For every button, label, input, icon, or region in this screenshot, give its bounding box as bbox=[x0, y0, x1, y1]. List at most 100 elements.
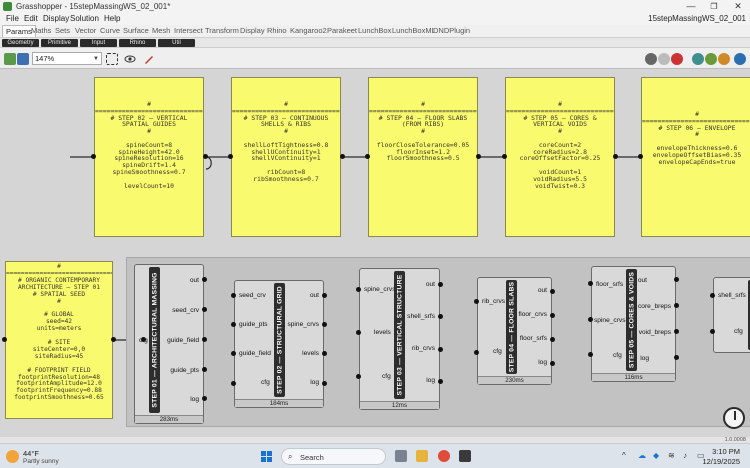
panel-input-grip[interactable] bbox=[228, 154, 233, 159]
minimize-button[interactable]: — bbox=[680, 0, 702, 13]
input-grip[interactable] bbox=[356, 287, 361, 292]
panel-step-05[interactable]: # ================================ # STE… bbox=[505, 77, 615, 237]
weather-sun-icon[interactable] bbox=[6, 450, 19, 463]
panel-output-grip[interactable] bbox=[203, 154, 208, 159]
tab-sets[interactable]: Sets bbox=[55, 26, 70, 35]
panel-step-03[interactable]: # ================================ # STE… bbox=[231, 77, 341, 237]
panel-output-grip[interactable] bbox=[340, 154, 345, 159]
panel-group-util[interactable]: Util bbox=[158, 39, 195, 47]
tab-dndplugin[interactable]: DNDPlugin bbox=[433, 26, 470, 35]
speaker-icon[interactable]: ♪ bbox=[683, 451, 687, 460]
input-grip[interactable] bbox=[231, 381, 236, 386]
input-grip[interactable] bbox=[356, 330, 361, 335]
input-grip[interactable] bbox=[231, 293, 236, 298]
output-grip[interactable] bbox=[674, 303, 679, 308]
sketch-pen-icon[interactable] bbox=[143, 53, 155, 65]
cluster-step-01[interactable]: cfg STEP 01 — ARCHITECTURAL MASSING out … bbox=[134, 264, 204, 424]
output-grip[interactable] bbox=[202, 277, 207, 282]
clock-time[interactable]: 3:10 PM bbox=[712, 447, 740, 456]
open-file-icon[interactable] bbox=[4, 53, 16, 65]
panel-input-grip[interactable] bbox=[502, 154, 507, 159]
document-preview-icon[interactable] bbox=[705, 53, 717, 65]
menu-help[interactable]: Help bbox=[104, 14, 120, 23]
cluster-step-06[interactable]: shell_srfs cfg bbox=[713, 277, 750, 353]
tab-parakeet[interactable]: Parakeet bbox=[327, 26, 357, 35]
cluster-step-04[interactable]: rib_crvs cfg STEP 04 — FLOOR SLABS out f… bbox=[477, 277, 552, 385]
rhino-icon[interactable] bbox=[459, 450, 471, 462]
weather-description[interactable]: Partly sunny bbox=[23, 458, 59, 465]
output-grip[interactable] bbox=[550, 337, 555, 342]
panel-output-grip[interactable] bbox=[613, 154, 618, 159]
tab-kangaroo2[interactable]: Kangaroo2 bbox=[290, 26, 327, 35]
tab-lunchbox[interactable]: LunchBox bbox=[358, 26, 391, 35]
input-grip[interactable] bbox=[710, 329, 715, 334]
panel-output-grip[interactable] bbox=[476, 154, 481, 159]
panel-output-grip[interactable] bbox=[111, 337, 116, 342]
file-explorer-icon[interactable] bbox=[416, 450, 428, 462]
output-grip[interactable] bbox=[674, 355, 679, 360]
preview-eye-icon[interactable] bbox=[124, 53, 136, 65]
cluster-step-05[interactable]: floor_srfs spine_crvs cfg STEP 05 — CORE… bbox=[591, 266, 676, 382]
output-grip[interactable] bbox=[550, 289, 555, 294]
tab-lunchboxml[interactable]: LunchBoxML bbox=[392, 26, 436, 35]
output-grip[interactable] bbox=[322, 381, 327, 386]
input-grip[interactable] bbox=[588, 352, 593, 357]
chevron-up-icon[interactable]: ^ bbox=[622, 451, 626, 460]
panel-group-geometry[interactable]: Geometry bbox=[2, 39, 39, 47]
panel-input-grip[interactable] bbox=[2, 337, 7, 342]
globe-icon[interactable] bbox=[734, 53, 746, 65]
panel-step-06[interactable]: # ================================ # STE… bbox=[641, 77, 750, 237]
panel-step-01[interactable]: # ================================ # ORG… bbox=[5, 261, 113, 419]
cluster-step-02[interactable]: seed_crv guide_pts guide_field cfg STEP … bbox=[234, 280, 324, 408]
input-grip[interactable] bbox=[474, 350, 479, 355]
output-grip[interactable] bbox=[202, 367, 207, 372]
tab-vector[interactable]: Vector bbox=[75, 26, 96, 35]
input-grip[interactable] bbox=[231, 351, 236, 356]
output-grip[interactable] bbox=[202, 396, 207, 401]
selected-preview-icon[interactable] bbox=[692, 53, 704, 65]
output-grip[interactable] bbox=[322, 293, 327, 298]
output-grip[interactable] bbox=[438, 379, 443, 384]
output-grip[interactable] bbox=[674, 277, 679, 282]
panel-group-primitive[interactable]: Primitive bbox=[41, 39, 78, 47]
output-grip[interactable] bbox=[202, 307, 207, 312]
tab-maths[interactable]: Maths bbox=[31, 26, 51, 35]
chrome-icon[interactable] bbox=[438, 450, 450, 462]
clock-date[interactable]: 12/19/2025 bbox=[702, 457, 740, 466]
menu-display[interactable]: Display bbox=[43, 14, 69, 23]
output-grip[interactable] bbox=[438, 314, 443, 319]
close-button[interactable]: ✕ bbox=[727, 0, 749, 13]
preview-mode-icon[interactable] bbox=[645, 53, 657, 65]
taskbar-search-box[interactable]: ⌕ Search bbox=[281, 448, 386, 465]
tab-surface[interactable]: Surface bbox=[123, 26, 149, 35]
output-grip[interactable] bbox=[202, 337, 207, 342]
output-grip[interactable] bbox=[550, 313, 555, 318]
wifi-icon[interactable]: ≋ bbox=[668, 451, 675, 460]
app-tray-icon[interactable]: ◆ bbox=[653, 451, 659, 460]
panel-group-rhino[interactable]: Rhino bbox=[119, 39, 156, 47]
output-grip[interactable] bbox=[322, 351, 327, 356]
panel-input-grip[interactable] bbox=[638, 154, 643, 159]
menu-file[interactable]: File bbox=[6, 14, 19, 23]
canvas-navigation-widget[interactable] bbox=[723, 407, 745, 429]
tab-curve[interactable]: Curve bbox=[100, 26, 120, 35]
panel-input-grip[interactable] bbox=[91, 154, 96, 159]
save-file-icon[interactable] bbox=[17, 53, 29, 65]
menu-solution[interactable]: Solution bbox=[70, 14, 99, 23]
windows-start-icon[interactable] bbox=[261, 451, 272, 462]
input-grip[interactable] bbox=[356, 374, 361, 379]
panel-step-04[interactable]: # ================================ # STE… bbox=[368, 77, 478, 237]
zoom-field[interactable]: 147% ▼ bbox=[32, 52, 102, 65]
menu-edit[interactable]: Edit bbox=[24, 14, 38, 23]
zoom-extents-icon[interactable] bbox=[106, 53, 118, 65]
panel-group-input[interactable]: Input bbox=[80, 39, 117, 47]
output-grip[interactable] bbox=[438, 282, 443, 287]
output-grip[interactable] bbox=[322, 322, 327, 327]
output-grip[interactable] bbox=[438, 347, 443, 352]
mesh-settings-icon[interactable] bbox=[718, 53, 730, 65]
input-grip[interactable] bbox=[588, 281, 593, 286]
tab-mesh[interactable]: Mesh bbox=[152, 26, 170, 35]
input-grip[interactable] bbox=[710, 293, 715, 298]
input-grip[interactable] bbox=[141, 337, 146, 342]
panel-input-grip[interactable] bbox=[365, 154, 370, 159]
